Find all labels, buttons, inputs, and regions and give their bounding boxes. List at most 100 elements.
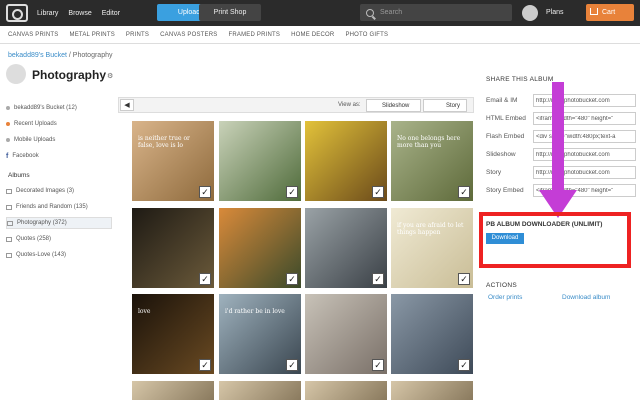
downloader-title: PB ALBUM DOWNLOADER (UNLIMIT) — [486, 221, 603, 228]
photo-thumbnail[interactable]: i'd rather be in love ✓ — [219, 294, 301, 374]
select-checkbox[interactable]: ✓ — [458, 359, 470, 371]
select-checkbox[interactable]: ✓ — [372, 273, 384, 285]
select-checkbox[interactable]: ✓ — [286, 186, 298, 198]
photo-thumbnail[interactable]: ✓ — [132, 208, 214, 288]
download-button[interactable]: Download — [486, 233, 524, 244]
share-row-label: Flash Embed — [486, 133, 525, 140]
album-icon — [6, 236, 12, 242]
sidebar-item-facebook[interactable]: f Facebook — [6, 150, 112, 162]
album-label: Quotes (258) — [16, 236, 52, 242]
select-checkbox[interactable]: ✓ — [199, 273, 211, 285]
photo-thumbnail[interactable]: ✓ — [305, 208, 387, 288]
photo-thumbnail[interactable]: ✓ — [305, 121, 387, 201]
nav-editor[interactable]: Editor — [102, 10, 120, 17]
photo-thumbnail[interactable] — [219, 381, 301, 400]
category-metal-prints[interactable]: METAL PRINTS — [70, 32, 115, 38]
album-icon — [6, 188, 12, 194]
print-shop-button[interactable]: Print Shop — [199, 4, 261, 21]
search-input[interactable]: Search — [380, 9, 402, 16]
share-code-field[interactable] — [533, 112, 636, 125]
select-checkbox[interactable]: ✓ — [458, 186, 470, 198]
category-canvas-posters[interactable]: CANVAS POSTERS — [160, 32, 217, 38]
sidebar: bekadd89's Bucket (12) Recent Uploads Mo… — [6, 102, 112, 265]
nav-library[interactable]: Library — [37, 10, 58, 17]
album-item[interactable]: Quotes (258) — [6, 233, 112, 245]
share-code-field[interactable] — [533, 148, 636, 161]
share-code-field[interactable] — [533, 94, 636, 107]
photo-thumbnail[interactable]: love ✓ — [132, 294, 214, 374]
settings-icon[interactable]: ⚙ — [107, 72, 113, 80]
album-item[interactable]: Quotes-Love (143) — [6, 249, 112, 261]
select-checkbox[interactable]: ✓ — [199, 359, 211, 371]
album-label: Decorated Images (3) — [16, 188, 75, 194]
photo-thumbnail[interactable] — [391, 381, 473, 400]
select-checkbox[interactable]: ✓ — [372, 186, 384, 198]
album-icon — [6, 252, 12, 258]
album-item[interactable]: Decorated Images (3) — [6, 185, 112, 197]
actions-heading: ACTIONS — [486, 282, 517, 289]
story-button[interactable]: Story — [423, 99, 467, 112]
select-checkbox[interactable]: ✓ — [286, 359, 298, 371]
annotation-arrow-shaft — [552, 82, 564, 194]
album-item-selected[interactable]: Photography (372) — [6, 217, 112, 229]
breadcrumb-bucket-link[interactable]: bekadd89's Bucket — [8, 52, 67, 59]
bucket-icon — [6, 106, 10, 110]
camera-logo-icon[interactable] — [6, 4, 28, 22]
share-heading: SHARE THIS ALBUM — [486, 76, 554, 83]
category-framed-prints[interactable]: FRAMED PRINTS — [228, 32, 280, 38]
photo-thumbnail[interactable]: if you are afraid to let things happen ✓ — [391, 208, 473, 288]
category-canvas-prints[interactable]: CANVAS PRINTS — [8, 32, 59, 38]
photo-thumbnail[interactable]: is neither true or false, love is lo ✓ — [132, 121, 214, 201]
sidebar-item-bucket[interactable]: bekadd89's Bucket (12) — [6, 102, 112, 114]
photo-thumbnail[interactable] — [305, 381, 387, 400]
select-checkbox[interactable]: ✓ — [372, 359, 384, 371]
sidebar-item-mobile-uploads[interactable]: Mobile Uploads — [6, 134, 112, 146]
plans-link[interactable]: Plans — [546, 9, 564, 16]
photo-thumbnail[interactable] — [132, 381, 214, 400]
photo-thumbnail[interactable]: ✓ — [219, 121, 301, 201]
collapse-sidebar-button[interactable]: ◀ — [120, 99, 134, 111]
user-avatar[interactable] — [522, 5, 538, 21]
thumbnail-caption: if you are afraid to let things happen — [397, 222, 464, 236]
photo-thumbnail[interactable]: ✓ — [219, 208, 301, 288]
album-icon — [6, 204, 12, 210]
album-item[interactable]: Friends and Random (135) — [6, 201, 112, 213]
share-row-label: Slideshow — [486, 151, 516, 158]
top-nav: Library Browse Editor — [37, 10, 120, 17]
download-album-link[interactable]: Download album — [562, 294, 610, 301]
thumbnail-caption: is neither true or false, love is lo — [138, 135, 190, 149]
photo-thumbnail[interactable]: No one belongs here more than you ✓ — [391, 121, 473, 201]
album-label: Quotes-Love (143) — [16, 252, 67, 258]
share-code-field[interactable] — [533, 130, 636, 143]
sidebar-item-label: bekadd89's Bucket (12) — [14, 105, 77, 111]
sidebar-item-recent-uploads[interactable]: Recent Uploads — [6, 118, 112, 130]
mobile-icon — [6, 138, 10, 142]
share-row-label: Email & IM — [486, 97, 518, 104]
album-label: Photography (372) — [17, 220, 67, 226]
album-icon — [7, 220, 13, 226]
select-checkbox[interactable]: ✓ — [286, 273, 298, 285]
photo-thumbnail[interactable]: ✓ — [391, 294, 473, 374]
page-title: Photography — [32, 68, 106, 82]
order-prints-link[interactable]: Order prints — [488, 294, 522, 301]
view-as-label: View as: — [338, 102, 361, 108]
slideshow-button[interactable]: Slideshow — [366, 99, 421, 112]
thumbnail-caption: i'd rather be in love — [225, 308, 285, 315]
select-checkbox[interactable]: ✓ — [458, 273, 470, 285]
facebook-icon: f — [6, 152, 9, 160]
album-label: Friends and Random (135) — [16, 204, 88, 210]
search-icon — [366, 8, 374, 17]
category-photo-gifts[interactable]: PHOTO GIFTS — [345, 32, 388, 38]
albums-heading: Albums — [8, 172, 30, 179]
nav-browse[interactable]: Browse — [68, 10, 91, 17]
category-prints[interactable]: PRINTS — [126, 32, 149, 38]
photo-thumbnail[interactable]: ✓ — [305, 294, 387, 374]
category-home-decor[interactable]: HOME DECOR — [291, 32, 334, 38]
search-box[interactable]: Search — [360, 4, 512, 21]
sidebar-item-label: Mobile Uploads — [14, 137, 56, 143]
share-row-label: Story Embed — [486, 187, 524, 194]
share-row-label: HTML Embed — [486, 115, 526, 122]
select-checkbox[interactable]: ✓ — [199, 186, 211, 198]
share-code-field[interactable] — [533, 166, 636, 179]
category-bar: CANVAS PRINTS METAL PRINTS PRINTS CANVAS… — [0, 26, 640, 44]
